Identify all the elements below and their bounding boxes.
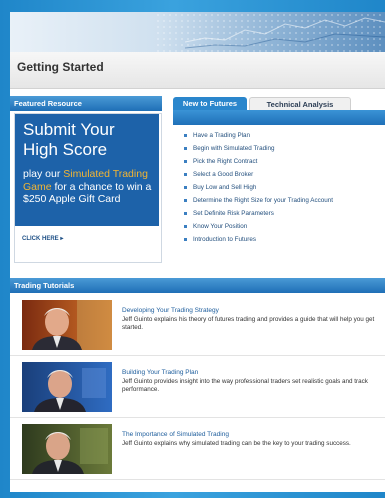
- page-title: Getting Started: [17, 60, 104, 74]
- list-item-label[interactable]: Introduction to Futures: [193, 236, 256, 243]
- list-item[interactable]: Begin with Simulated Trading: [182, 145, 382, 153]
- tutorial-description: Jeff Guinto explains why simulated tradi…: [122, 440, 351, 447]
- bullet-icon: [184, 199, 187, 202]
- promo-text-1: play our: [23, 168, 64, 180]
- list-item[interactable]: Select a Good Broker: [182, 171, 382, 179]
- tutorial-thumbnail[interactable]: [22, 424, 112, 474]
- list-item[interactable]: Know Your Position: [182, 223, 382, 231]
- list-item-label[interactable]: Set Definite Risk Parameters: [193, 210, 274, 217]
- list-item-label[interactable]: Buy Low and Sell High: [193, 184, 256, 191]
- page-panel: Getting Started Featured Resource Submit…: [10, 12, 385, 492]
- tutorial-item[interactable]: The Importance of Simulated Trading Jeff…: [10, 419, 385, 480]
- click-here-link[interactable]: CLICK HERE ▸: [22, 235, 63, 242]
- list-item[interactable]: Determine the Right Size for your Tradin…: [182, 197, 382, 205]
- bullet-icon: [184, 160, 187, 163]
- bullet-icon: [184, 238, 187, 241]
- bullet-icon: [184, 147, 187, 150]
- tutorial-description: Jeff Guinto provides insight into the wa…: [122, 378, 368, 393]
- bullet-icon: [184, 225, 187, 228]
- tab-content-header: [173, 110, 385, 125]
- tutorial-item[interactable]: Building Your Trading Plan Jeff Guinto p…: [10, 357, 385, 418]
- tab-new-to-futures[interactable]: New to Futures: [173, 97, 247, 111]
- trading-tutorials-label: Trading Tutorials: [14, 281, 75, 290]
- list-item-label[interactable]: Select a Good Broker: [193, 171, 253, 178]
- futures-topic-list: Have a Trading Plan Begin with Simulated…: [182, 132, 382, 249]
- tutorial-thumbnail[interactable]: [22, 362, 112, 412]
- tutorial-title[interactable]: Building Your Trading Plan: [122, 369, 198, 376]
- bullet-icon: [184, 212, 187, 215]
- featured-resource-header: Featured Resource: [10, 96, 162, 111]
- tutorial-title[interactable]: The Importance of Simulated Trading: [122, 431, 229, 438]
- bullet-icon: [184, 173, 187, 176]
- tutorial-thumbnail[interactable]: [22, 300, 112, 350]
- list-item-label[interactable]: Begin with Simulated Trading: [193, 145, 275, 152]
- list-item-label[interactable]: Have a Trading Plan: [193, 132, 250, 139]
- promo-body: play our Simulated Trading Game for a ch…: [23, 168, 159, 206]
- tutorial-title[interactable]: Developing Your Trading Strategy: [122, 307, 219, 314]
- bullet-icon: [184, 134, 187, 137]
- list-item[interactable]: Buy Low and Sell High: [182, 184, 382, 192]
- list-item[interactable]: Introduction to Futures: [182, 236, 382, 244]
- list-item[interactable]: Have a Trading Plan: [182, 132, 382, 140]
- tutorial-item[interactable]: Developing Your Trading Strategy Jeff Gu…: [10, 295, 385, 356]
- list-item[interactable]: Set Definite Risk Parameters: [182, 210, 382, 218]
- list-item-label[interactable]: Pick the Right Contract: [193, 158, 257, 165]
- tutorial-description: Jeff Guinto explains his theory of futur…: [122, 316, 375, 331]
- promo-title: Submit Your High Score: [23, 120, 115, 159]
- trading-tutorials-header: Trading Tutorials: [10, 278, 385, 293]
- bullet-icon: [184, 186, 187, 189]
- header-banner: [10, 12, 385, 52]
- list-item-label[interactable]: Determine the Right Size for your Tradin…: [193, 197, 333, 204]
- promo-banner[interactable]: Submit Your High Score play our Simulate…: [15, 114, 159, 226]
- list-item[interactable]: Pick the Right Contract: [182, 158, 382, 166]
- list-item-label[interactable]: Know Your Position: [193, 223, 247, 230]
